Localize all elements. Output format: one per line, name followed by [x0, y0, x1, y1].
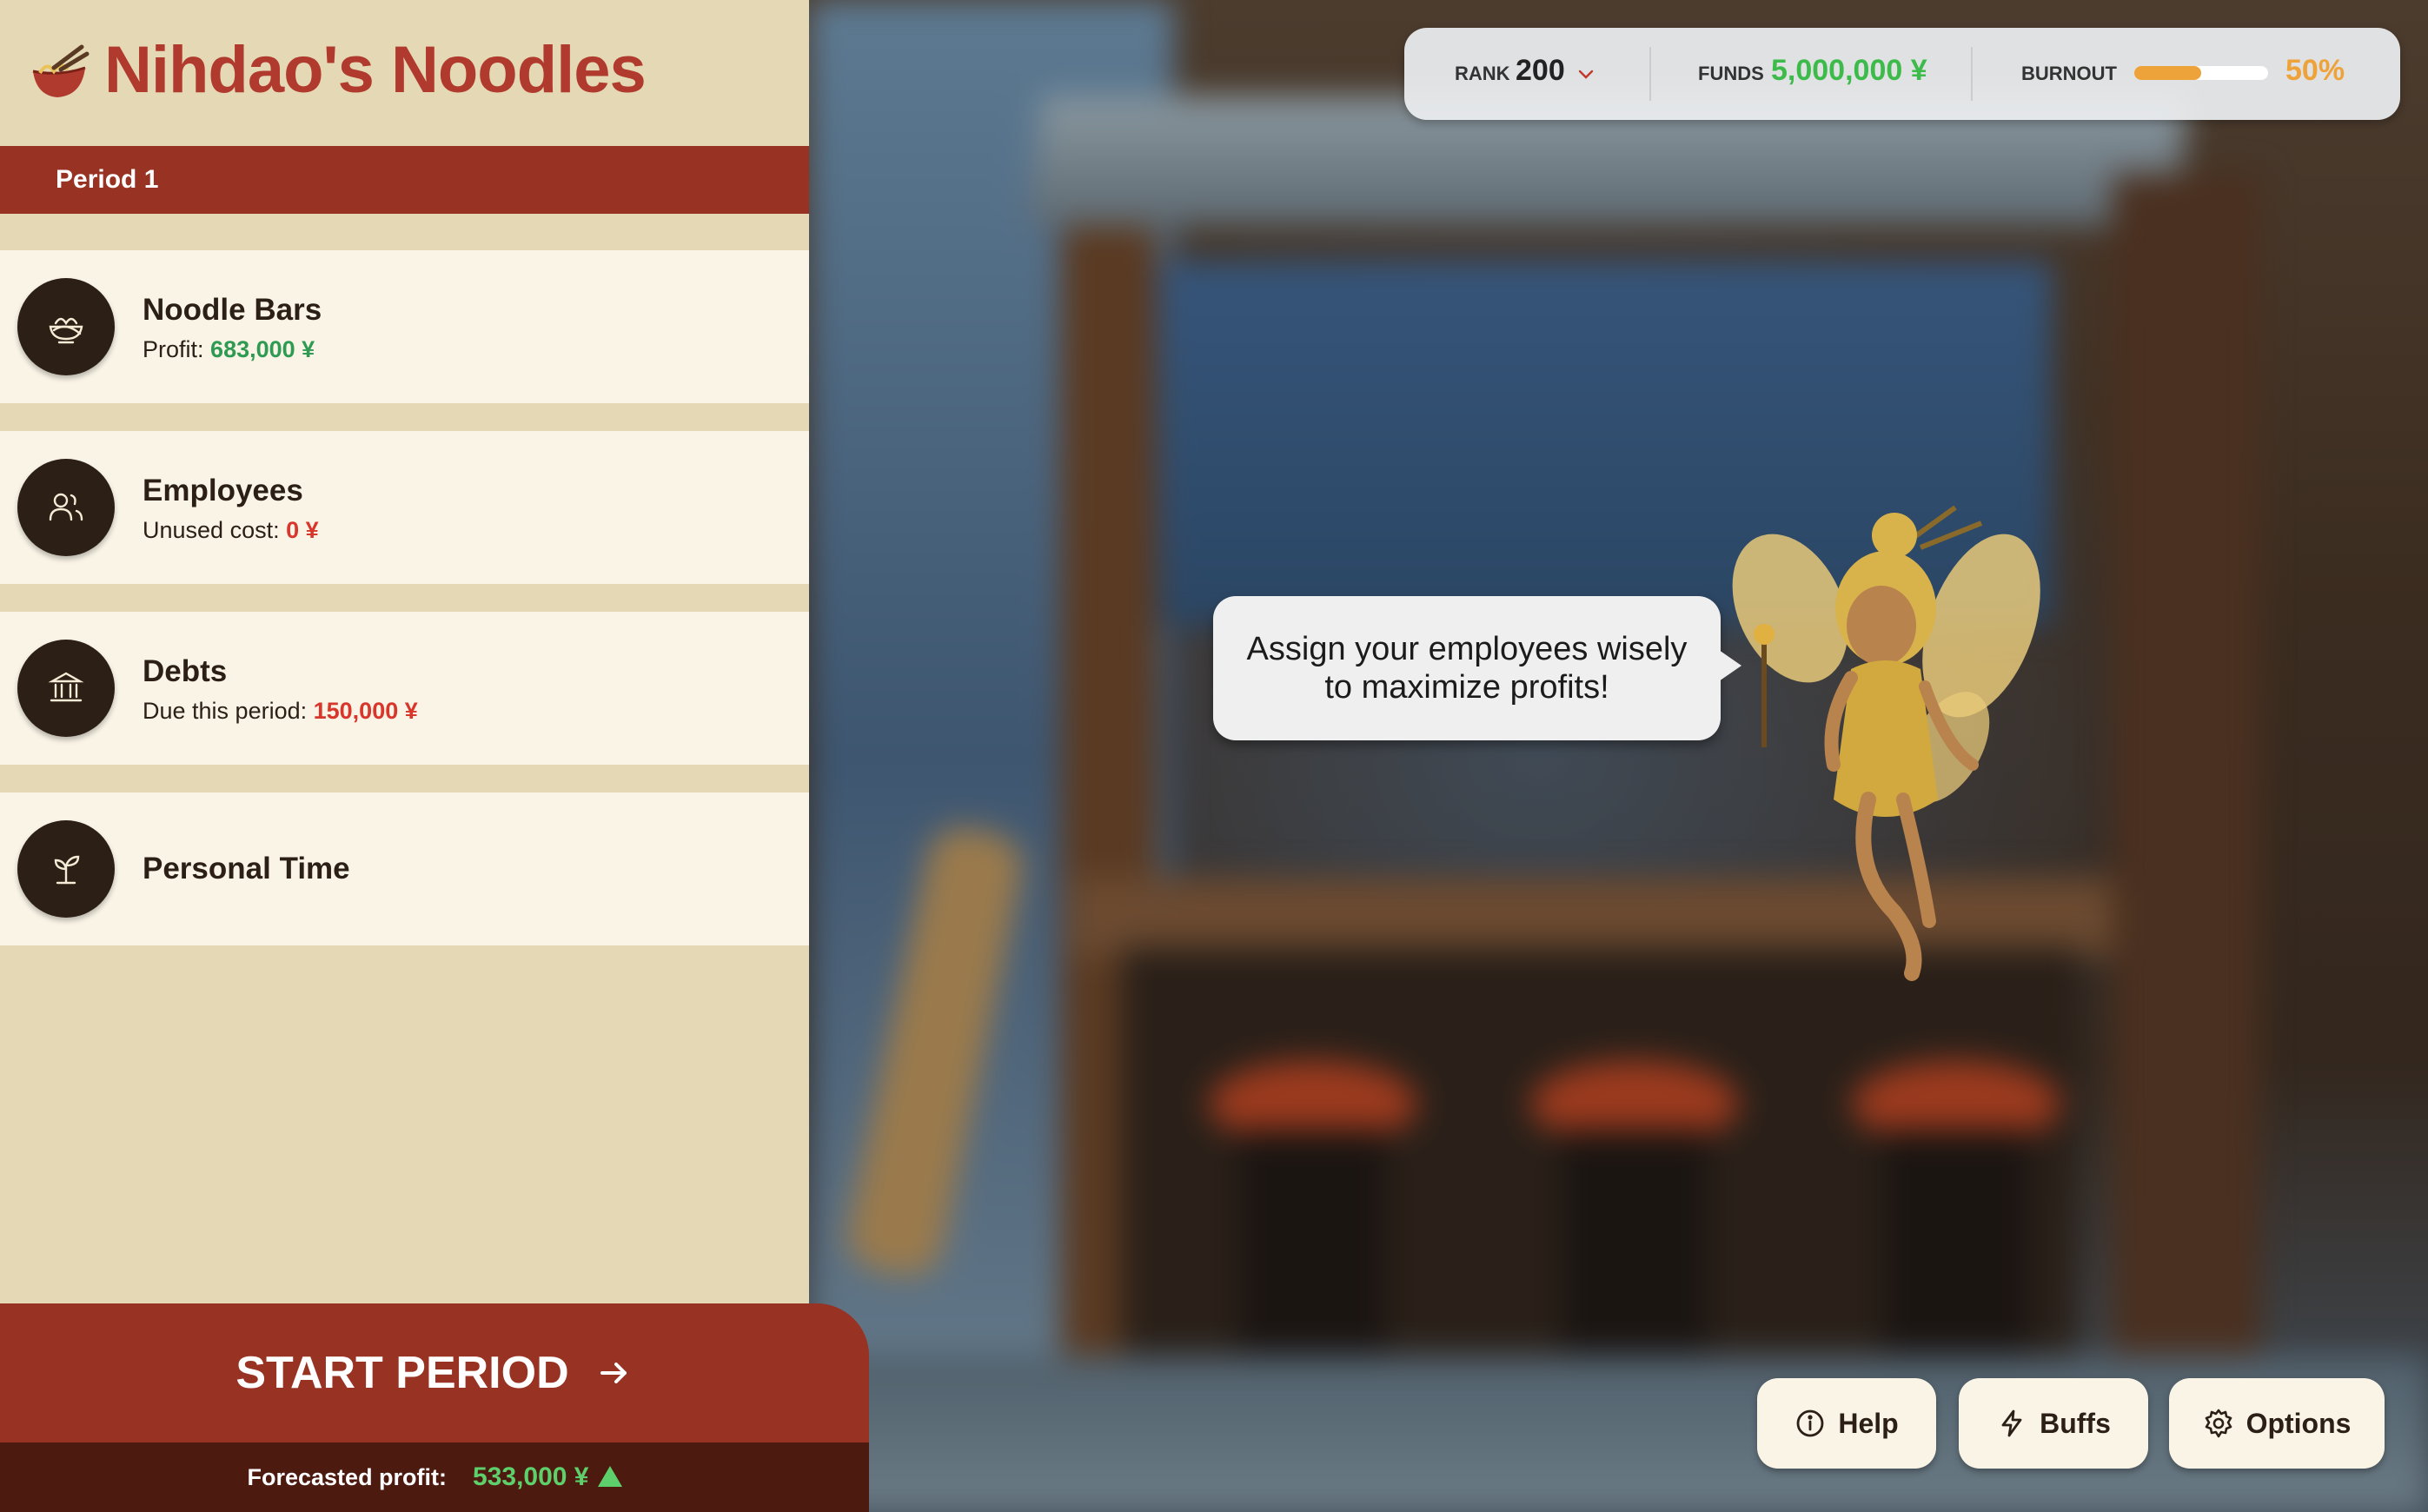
- funds-value: 5,000,000 ¥: [1771, 54, 1927, 87]
- help-button[interactable]: Help: [1757, 1378, 1936, 1469]
- stats-bar: RANK 200 FUNDS 5,000,000 ¥ BURNOUT 50%: [1404, 28, 2400, 120]
- funds-label: FUNDS: [1698, 63, 1764, 84]
- info-icon: [1796, 1409, 1824, 1437]
- debts-card[interactable]: Debts Due this period: 150,000 ¥: [0, 612, 809, 765]
- options-label: Options: [2246, 1407, 2352, 1439]
- people-icon: [17, 459, 115, 556]
- arrow-right-icon: [600, 1363, 627, 1383]
- forecast-bar: Forecasted profit: 533,000 ¥: [0, 1442, 869, 1512]
- buffs-label: Buffs: [2040, 1407, 2111, 1439]
- background-scene: [809, 0, 2428, 1512]
- burnout-value: 50%: [2285, 54, 2345, 87]
- buffs-button[interactable]: Buffs: [1959, 1378, 2148, 1469]
- noodle-bowl-icon: [17, 278, 115, 375]
- speech-bubble: Assign your employees wisely to maximize…: [1213, 596, 1741, 740]
- card-subtitle: Due this period: 150,000 ¥: [143, 697, 418, 724]
- period-header: Period 1: [0, 146, 809, 214]
- rank-label: RANK: [1455, 63, 1510, 84]
- app-title: Nihdao's Noodles: [104, 33, 647, 107]
- noodle-bars-card[interactable]: Noodle Bars Profit: 683,000 ¥: [0, 250, 809, 403]
- period-label: Period 1: [56, 165, 159, 194]
- burnout-label: BURNOUT: [2021, 63, 2117, 84]
- employees-card[interactable]: Employees Unused cost: 0 ¥: [0, 431, 809, 584]
- rank-value[interactable]: 200: [1516, 54, 1565, 88]
- forecast-value: 533,000 ¥: [473, 1462, 622, 1492]
- title-bar: Nihdao's Noodles: [0, 0, 809, 146]
- forecast-label: Forecasted profit:: [247, 1463, 448, 1490]
- card-title: Personal Time: [143, 852, 350, 885]
- card-title: Debts: [143, 653, 228, 688]
- personal-time-card[interactable]: Personal Time: [0, 792, 809, 945]
- start-period-button[interactable]: START PERIOD: [0, 1303, 869, 1442]
- card-subtitle: Profit: 683,000 ¥: [143, 335, 315, 362]
- chevron-down-icon[interactable]: [1576, 66, 1595, 83]
- sprout-icon: [17, 820, 115, 918]
- left-panel: Nihdao's Noodles Period 1 Noodle Bars Pr…: [0, 0, 809, 1512]
- debt-due-value: 150,000 ¥: [313, 697, 418, 724]
- fairy-character: [1732, 505, 2040, 981]
- card-title: Employees: [143, 473, 303, 507]
- lightning-icon: [2001, 1409, 2022, 1437]
- card-subtitle: Unused cost: 0 ¥: [143, 516, 319, 543]
- help-label: Help: [1838, 1407, 1899, 1439]
- start-period-label: START PERIOD: [236, 1348, 569, 1398]
- start-period-area: START PERIOD Forecasted profit: 533,000 …: [0, 1303, 869, 1512]
- options-button[interactable]: Options: [2169, 1378, 2385, 1469]
- gear-icon: [2205, 1409, 2232, 1438]
- profit-value: 683,000 ¥: [210, 335, 315, 362]
- burnout-progress-bar: [2134, 66, 2268, 80]
- trend-up-icon: [597, 1466, 622, 1487]
- fairy-speech-text: Assign your employees wisely to maximize…: [1246, 631, 1688, 706]
- card-title: Noodle Bars: [143, 292, 322, 327]
- noodle-bowl-logo-icon: [32, 44, 90, 97]
- bank-icon: [17, 640, 115, 737]
- unused-cost-value: 0 ¥: [286, 516, 319, 543]
